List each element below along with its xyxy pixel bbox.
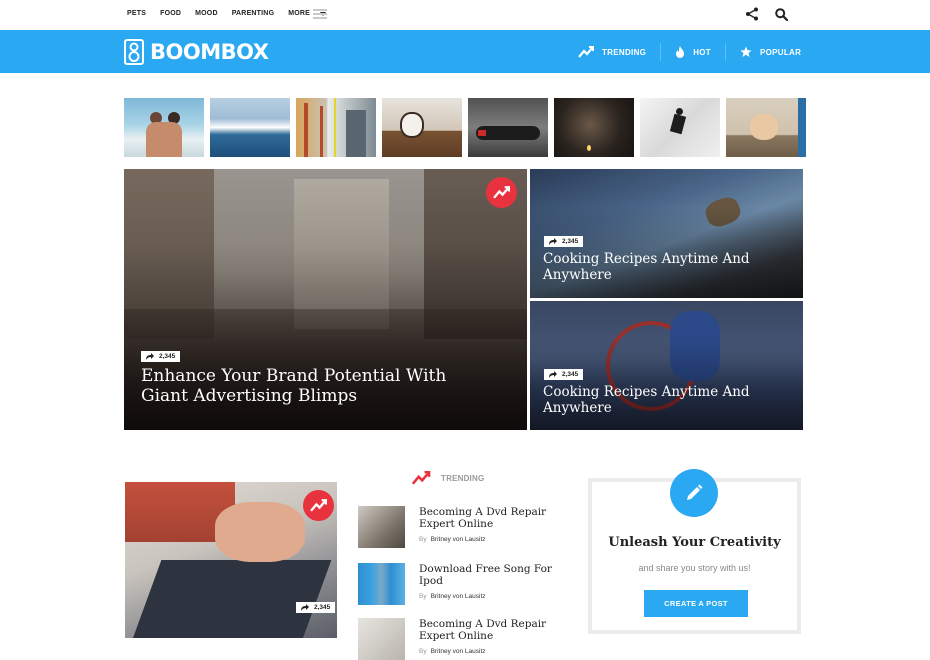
cta-subtitle: and share you story with us!	[638, 563, 751, 573]
list-item-title[interactable]: Becoming A Dvd Repair Expert Online	[419, 618, 579, 642]
hero-side-title-1[interactable]: Cooking Recipes Anytime And Anywhere	[543, 251, 773, 283]
logo-text: BOOMBOX	[150, 40, 269, 64]
thumb-runner[interactable]	[640, 98, 720, 157]
trending-badge	[303, 490, 334, 521]
thumb-beach-couple[interactable]	[124, 98, 204, 157]
hero-main-post[interactable]: 2,345 Enhance Your Brand Potential With …	[124, 169, 527, 430]
featured-card-image[interactable]: 2,345	[125, 482, 337, 638]
share-count: 2,345	[159, 353, 176, 360]
top-nav-parenting[interactable]: PARENTING	[232, 10, 275, 17]
author-name[interactable]: Britney von Lausitz	[431, 593, 486, 600]
list-item-thumbnail[interactable]	[358, 618, 405, 660]
hero-side-title-2[interactable]: Cooking Recipes Anytime And Anywhere	[543, 384, 773, 416]
nav-hot[interactable]: HOT	[661, 43, 726, 61]
share-arrow-icon	[549, 238, 557, 245]
hamburger-menu-icon[interactable]	[313, 9, 327, 19]
trending-heading-label: TRENDING	[441, 473, 485, 483]
author-name[interactable]: Britney von Lausitz	[431, 536, 486, 543]
list-item-text: Becoming A Dvd Repair Expert Online By Br…	[419, 618, 579, 655]
site-header: BOOMBOX TRENDING HOT POPULAR	[0, 30, 930, 73]
share-count: 2,345	[562, 371, 579, 378]
list-item-title[interactable]: Becoming A Dvd Repair Expert Online	[419, 506, 579, 530]
share-count-badge: 2,345	[544, 236, 584, 247]
flame-icon	[676, 45, 685, 58]
share-arrow-icon	[146, 353, 154, 360]
list-item[interactable]: Becoming A Dvd Repair Expert Online By Br…	[358, 506, 546, 548]
search-icon[interactable]	[775, 8, 788, 21]
nav-popular[interactable]: POPULAR	[726, 43, 815, 61]
thumb-golden-gate-bridge[interactable]	[296, 98, 376, 157]
hero-main-title[interactable]: Enhance Your Brand Potential With Giant …	[141, 366, 461, 406]
main-nav: TRENDING HOT POPULAR	[578, 43, 815, 61]
thumb-puppy[interactable]	[726, 98, 806, 157]
list-item-text: Becoming A Dvd Repair Expert Online By Br…	[419, 506, 579, 543]
trending-badge	[486, 177, 517, 208]
cta-title: Unleash Your Creativity	[608, 535, 781, 550]
thumb-hoverboard[interactable]	[468, 98, 548, 157]
nav-popular-label: POPULAR	[759, 47, 802, 57]
trending-heading: TRENDING	[411, 471, 484, 485]
trending-icon	[411, 471, 431, 485]
speaker-logo-icon	[124, 39, 144, 65]
nav-trending-label: TRENDING	[602, 47, 647, 57]
top-nav: PETS FOOD MOOD PARENTING MORE	[127, 10, 340, 17]
pencil-icon	[670, 469, 718, 517]
share-count-badge: 2,345	[296, 602, 336, 613]
create-post-button[interactable]: CREATE A POST	[644, 590, 748, 617]
share-count: 2,345	[314, 604, 331, 611]
trending-icon	[493, 186, 510, 199]
top-nav-pets[interactable]: PETS	[127, 10, 146, 17]
top-nav-mood[interactable]: MOOD	[195, 10, 218, 17]
thumb-dog[interactable]	[382, 98, 462, 157]
top-bar: PETS FOOD MOOD PARENTING MORE	[0, 0, 930, 30]
trending-icon	[578, 46, 594, 58]
thumbnail-strip	[124, 98, 806, 157]
list-item[interactable]: Download Free Song For Ipod By Britney vo…	[358, 563, 552, 605]
share-count: 2,345	[562, 238, 579, 245]
trending-icon	[310, 499, 327, 512]
logo[interactable]: BOOMBOX	[124, 39, 269, 65]
list-item[interactable]: Becoming A Dvd Repair Expert Online By Br…	[358, 618, 546, 660]
top-nav-more-label: MORE	[288, 10, 311, 17]
list-item-title[interactable]: Download Free Song For Ipod	[419, 563, 579, 587]
list-item-author: By Britney von Lausitz	[419, 536, 486, 544]
hero-side-post-1[interactable]: 2,345 Cooking Recipes Anytime And Anywhe…	[530, 169, 803, 298]
list-item-author: By Britney von Lausitz	[419, 648, 486, 656]
share-count-badge: 2,345	[141, 351, 181, 362]
share-arrow-icon	[549, 371, 557, 378]
author-name[interactable]: Britney von Lausitz	[431, 648, 486, 655]
share-arrow-icon	[301, 604, 309, 611]
share-count-badge: 2,345	[544, 369, 584, 380]
thumb-ocean-wave[interactable]	[210, 98, 290, 157]
hero-side-post-2[interactable]: 2,345 Cooking Recipes Anytime And Anywhe…	[530, 301, 803, 430]
list-item-author: By Britney von Lausitz	[419, 593, 486, 601]
nav-trending[interactable]: TRENDING	[578, 43, 662, 61]
list-item-thumbnail[interactable]	[358, 506, 405, 548]
top-nav-food[interactable]: FOOD	[160, 10, 181, 17]
star-icon	[740, 46, 752, 57]
list-item-thumbnail[interactable]	[358, 563, 405, 605]
share-icon[interactable]	[745, 7, 759, 21]
thumb-man-lighter[interactable]	[554, 98, 634, 157]
nav-hot-label: HOT	[693, 47, 711, 57]
list-item-text: Download Free Song For Ipod By Britney vo…	[419, 563, 579, 600]
